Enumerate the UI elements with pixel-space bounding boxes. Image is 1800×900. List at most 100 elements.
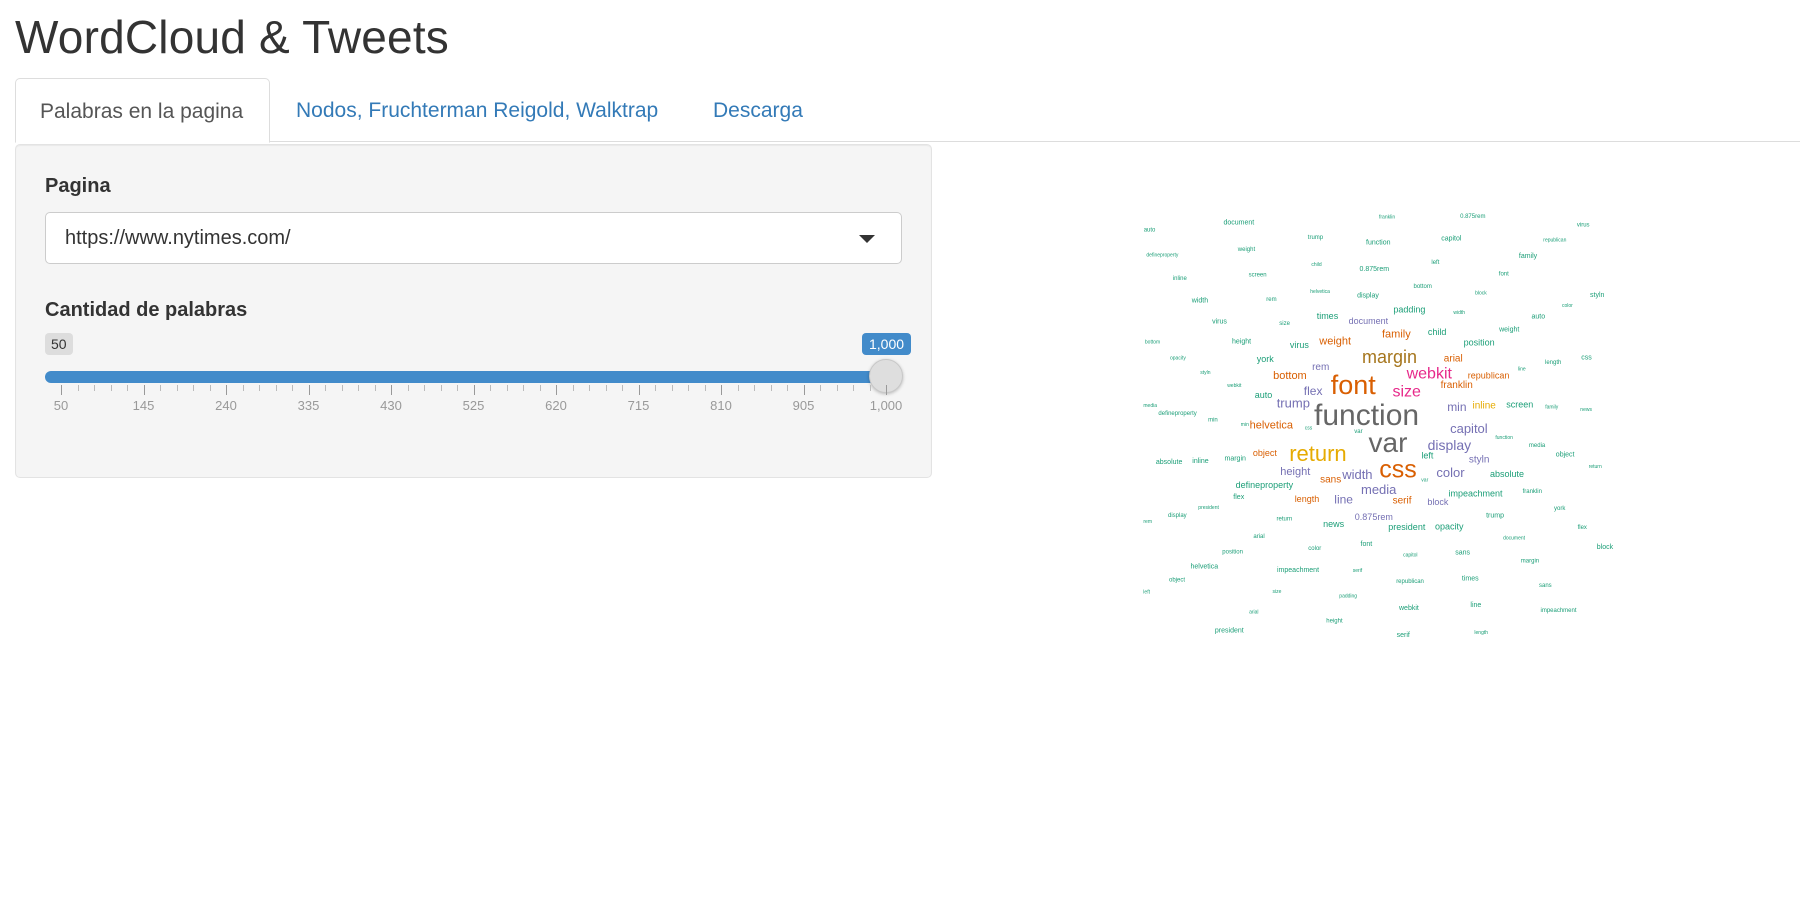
word-cloud-word: size	[1393, 384, 1422, 401]
word-cloud-word: defineproperty	[1236, 480, 1294, 490]
word-cloud-filler-word: media	[1529, 443, 1546, 449]
word-cloud-filler-word: line	[1518, 366, 1526, 372]
slider-tick	[770, 385, 772, 391]
word-cloud-filler-word: auto	[1144, 228, 1156, 234]
word-cloud-word: padding	[1393, 305, 1425, 315]
slider-tick	[308, 385, 310, 395]
slider-tick	[539, 385, 541, 391]
word-cloud-filler-word: rem	[1266, 297, 1276, 303]
word-cloud-filler-word: impeachment	[1277, 567, 1319, 574]
word-cloud-word: css	[1379, 456, 1417, 484]
slider-tick	[292, 385, 293, 391]
word-cloud-word: bottom	[1273, 370, 1307, 382]
tab-palabras-en-la-pagina[interactable]: Palabras en la pagina	[15, 78, 270, 143]
word-cloud-word: min	[1447, 400, 1466, 414]
word-cloud-filler-word: left	[1431, 260, 1439, 266]
word-cloud-filler-word: inline	[1173, 276, 1188, 282]
word-cloud-filler-word: inline	[1192, 458, 1208, 465]
slider-tick	[226, 385, 227, 395]
word-cloud-word: line	[1334, 492, 1353, 506]
slider-tick	[341, 385, 343, 391]
word-cloud-filler-word: length	[1545, 360, 1561, 366]
slider-tick	[325, 385, 326, 391]
word-cloud-filler-word: return	[1277, 517, 1293, 523]
word-cloud-word: sans	[1320, 474, 1341, 485]
word-cloud-word: left	[1421, 450, 1434, 460]
slider-track[interactable]	[45, 371, 902, 383]
slider-tick	[704, 385, 706, 391]
slider-tick	[259, 385, 260, 391]
slider-tick	[176, 385, 178, 391]
word-cloud-word: document	[1349, 316, 1389, 326]
word-cloud-filler-word: president	[1215, 628, 1244, 635]
word-cloud-filler-word: min	[1241, 422, 1249, 428]
word-cloud-filler-word: display	[1357, 292, 1379, 299]
slider-tick	[374, 385, 376, 391]
slider-tick	[193, 385, 194, 391]
word-cloud-filler-word: screen	[1249, 272, 1267, 278]
word-cloud-word: position	[1464, 338, 1495, 348]
word-cloud-word: block	[1427, 497, 1449, 507]
word-cloud-filler-word: capitol	[1403, 552, 1417, 558]
word-cloud-filler-word: block	[1597, 544, 1614, 551]
slider-tick	[638, 385, 640, 395]
word-cloud-filler-word: document	[1503, 535, 1526, 541]
word-cloud-filler-word: styln	[1200, 370, 1211, 376]
word-cloud-filler-word: sans	[1539, 583, 1552, 589]
slider-tick	[721, 385, 722, 395]
tab-nodos[interactable]: Nodos, Fruchterman Reigold, Walktrap	[272, 78, 682, 142]
word-cloud-filler-word: width	[1453, 310, 1465, 316]
word-cloud-filler-word: webkit	[1227, 383, 1242, 389]
word-cloud-filler-word: left	[1143, 589, 1150, 595]
slider-tick	[820, 385, 821, 391]
word-cloud-word: arial	[1444, 353, 1463, 364]
word-cloud-filler-word: position	[1222, 550, 1243, 556]
caret-down-icon[interactable]	[859, 235, 875, 243]
slider-tick	[622, 385, 623, 391]
word-cloud-filler-word: republican	[1396, 579, 1424, 585]
pagina-select[interactable]: https://www.nytimes.com/	[45, 212, 902, 264]
word-cloud-filler-word: margin	[1521, 559, 1539, 565]
word-cloud-word: screen	[1506, 400, 1533, 410]
cantidad-label: Cantidad de palabras	[45, 299, 248, 321]
word-cloud-filler-word: impeachment	[1541, 608, 1577, 614]
slider-tick	[605, 385, 607, 391]
word-cloud-word: franklin	[1441, 380, 1473, 391]
word-cloud-filler-word: capitol	[1441, 236, 1462, 243]
word-cloud-filler-word: franklin	[1379, 214, 1395, 220]
slider-tick-label: 145	[132, 398, 155, 413]
word-cloud-filler-word: margin	[1225, 456, 1247, 463]
slider-tick-label: 430	[380, 398, 402, 413]
word-cloud-filler-word: president	[1198, 505, 1219, 511]
slider-tick-label: 50	[53, 398, 69, 413]
word-cloud-filler-word: trump	[1486, 512, 1504, 519]
word-cloud-word: inline	[1473, 400, 1497, 411]
slider-tick	[869, 385, 871, 391]
slider-tick-label: 810	[710, 398, 732, 413]
word-cloud-filler-word: bottom	[1145, 339, 1160, 345]
word-cloud-word: margin	[1362, 347, 1417, 367]
slider-tick	[160, 385, 161, 391]
slider-tick	[94, 385, 95, 391]
word-cloud-filler-word: opacity	[1170, 355, 1186, 361]
word-cloud-filler-word: font	[1361, 541, 1373, 548]
slider-tick	[886, 385, 887, 395]
word-cloud-filler-word: times	[1462, 576, 1479, 583]
word-cloud-filler-word: 0.875rem	[1460, 214, 1485, 220]
slider-tick	[127, 385, 128, 391]
word-cloud-word: return	[1289, 441, 1346, 466]
word-cloud-word: styln	[1469, 455, 1490, 466]
slider-tick-label: 715	[627, 398, 650, 413]
word-cloud-filler-word: franklin	[1523, 489, 1542, 495]
word-cloud-filler-word: helvetica	[1191, 563, 1219, 570]
word-cloud-word: font	[1331, 370, 1377, 400]
word-cloud-filler-word: rem	[1143, 519, 1152, 525]
slider-tick	[589, 385, 590, 391]
slider-tick	[737, 385, 739, 391]
tab-descarga[interactable]: Descarga	[689, 78, 827, 142]
slider-tick	[407, 385, 409, 391]
word-cloud-word: object	[1253, 448, 1278, 458]
word-cloud-filler-word: styln	[1590, 292, 1605, 299]
word-cloud-filler-word: defineproperty	[1146, 252, 1178, 258]
slider-tick	[803, 385, 805, 395]
